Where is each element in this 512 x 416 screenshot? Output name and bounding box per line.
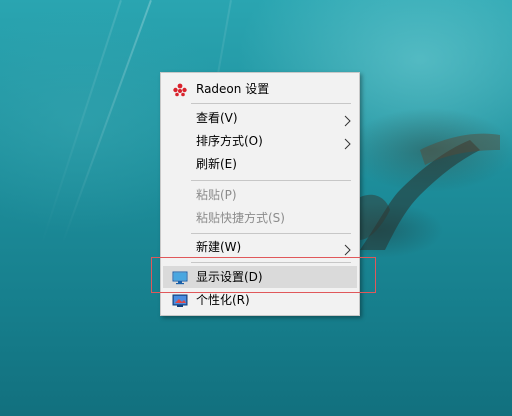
menu-item-label: 查看(V)	[196, 111, 238, 125]
menu-item-paste[interactable]: 粘贴(P)	[163, 184, 357, 206]
menu-item-label: 新建(W)	[196, 240, 242, 254]
menu-item-view[interactable]: 查看(V)	[163, 107, 357, 129]
menu-separator	[191, 180, 351, 181]
menu-item-paste-shortcut[interactable]: 粘贴快捷方式(S)	[163, 207, 357, 229]
menu-separator	[191, 233, 351, 234]
menu-item-label: 刷新(E)	[196, 157, 237, 171]
menu-separator	[191, 103, 351, 104]
chevron-right-icon	[344, 112, 352, 127]
radeon-icon	[172, 82, 188, 97]
personalize-icon	[172, 293, 188, 307]
chevron-right-icon	[344, 241, 352, 256]
menu-item-label: 粘贴快捷方式(S)	[196, 211, 285, 225]
menu-item-label: Radeon 设置	[196, 82, 270, 96]
menu-item-label: 粘贴(P)	[196, 188, 237, 202]
highlight-annotation-box	[151, 257, 376, 293]
chevron-right-icon	[344, 135, 352, 150]
menu-item-sort-by[interactable]: 排序方式(O)	[163, 130, 357, 152]
menu-item-radeon-settings[interactable]: Radeon 设置	[163, 78, 357, 100]
menu-item-refresh[interactable]: 刷新(E)	[163, 153, 357, 175]
menu-item-new[interactable]: 新建(W)	[163, 236, 357, 258]
menu-item-label: 排序方式(O)	[196, 134, 263, 148]
